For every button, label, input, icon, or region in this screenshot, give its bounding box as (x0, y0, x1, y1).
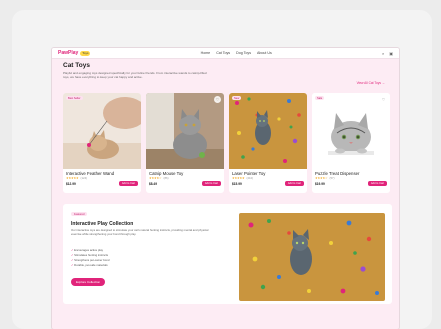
webpage: PawPlay Toys Home Cat Toys Dog Toys Abou… (52, 48, 399, 329)
rating-stars: ★★★★☆ (315, 176, 328, 180)
product-name[interactable]: Puzzle Treat Dispenser (312, 169, 390, 176)
product-badge: Best Seller (66, 96, 83, 100)
product-name[interactable]: Catnip Mouse Toy (146, 169, 224, 176)
view-all-link[interactable]: View All Cat Toys → (357, 81, 385, 85)
page-title: Cat Toys (63, 62, 90, 69)
product-card[interactable]: ♡ Catnip Mouse Toy ★★★★☆ (86) $8.49 Add t… (146, 93, 224, 193)
product-price: $15.99 (232, 181, 242, 186)
featured-collection: Featured Interactive Play Collection Our… (63, 204, 392, 304)
product-card[interactable]: Best Seller Interactive Feather Wand ★★★… (63, 93, 141, 193)
cart-icon[interactable]: ▣ (389, 51, 393, 56)
favorite-icon[interactable]: ♡ (214, 96, 221, 103)
cat-peeking-over-edge-image (312, 93, 390, 169)
rating-stars: ★★★★★ (66, 176, 79, 180)
logo[interactable]: PawPlay (58, 50, 78, 56)
cat-among-colorful-toys-image (229, 93, 307, 169)
product-card[interactable]: Sale ♡ Puzzle Treat Dispenser ★★★★☆ (57) … (312, 93, 390, 193)
page-description: Playful and engaging toys designed speci… (63, 71, 207, 79)
review-count: (57) (329, 176, 335, 180)
add-to-cart-button[interactable]: Add to Cart (284, 181, 304, 186)
product-grid: Best Seller Interactive Feather Wand ★★★… (63, 93, 390, 193)
list-item: Durable, pet-safe materials (71, 263, 109, 268)
product-card[interactable]: New Laser Pointer Toy ★★★★★ (210) $15.99 … (229, 93, 307, 193)
review-count: (86) (163, 176, 169, 180)
product-price: $19.99 (315, 181, 325, 186)
add-to-cart-button[interactable]: Add to Cart (118, 181, 138, 186)
product-image[interactable]: ♡ (146, 93, 224, 169)
explore-collection-button[interactable]: Explore Collection (71, 278, 106, 286)
nav-link-home[interactable]: Home (201, 51, 211, 55)
featured-title: Interactive Play Collection (71, 221, 134, 227)
product-badge: New (232, 96, 242, 100)
featured-image (239, 213, 385, 301)
nav-link-dog-toys[interactable]: Dog Toys (236, 51, 251, 55)
featured-badge: Featured (71, 212, 88, 216)
product-price: $8.49 (149, 181, 157, 186)
nav-link-about-us[interactable]: About Us (257, 51, 272, 55)
nav-icons: ⌕ ▣ (382, 51, 393, 56)
rating-stars: ★★★★★ (232, 176, 245, 180)
nav-link-cat-toys[interactable]: Cat Toys (216, 51, 230, 55)
cat-playing-with-toys-image (239, 213, 385, 301)
search-icon[interactable]: ⌕ (382, 51, 384, 56)
review-count: (124) (80, 176, 88, 180)
add-to-cart-button[interactable]: Add to Cart (367, 181, 387, 186)
favorite-icon[interactable]: ♡ (380, 96, 387, 103)
cat-with-feather-wand-image (63, 93, 141, 169)
featured-description: Our interactive toys are designed to sti… (71, 228, 209, 236)
product-image[interactable]: Sale ♡ (312, 93, 390, 169)
product-price: $12.99 (66, 181, 76, 186)
product-image[interactable]: New (229, 93, 307, 169)
product-name[interactable]: Laser Pointer Toy (229, 169, 307, 176)
product-image[interactable]: Best Seller (63, 93, 141, 169)
logo-badge: Toys (80, 50, 91, 56)
nav-links: Home Cat Toys Dog Toys About Us (201, 51, 272, 55)
add-to-cart-button[interactable]: Add to Cart (201, 181, 221, 186)
review-count: (210) (246, 176, 254, 180)
section-header: Cat Toys Playful and engaging toys desig… (52, 59, 399, 89)
top-navigation: PawPlay Toys Home Cat Toys Dog Toys Abou… (52, 48, 399, 59)
featured-benefits-list: Encourages active play Stimulates huntin… (71, 248, 109, 268)
gray-cat-with-ball-image (146, 93, 224, 169)
product-badge: Sale (315, 96, 325, 100)
product-name[interactable]: Interactive Feather Wand (63, 169, 141, 176)
rating-stars: ★★★★☆ (149, 176, 162, 180)
